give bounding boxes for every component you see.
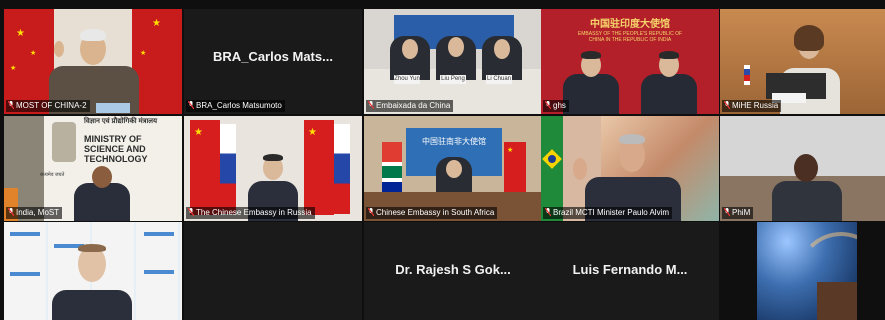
- video-tile-chinese-embassy-russia[interactable]: ★ ★ The Chinese Embassy in Russia: [184, 116, 362, 221]
- participant-name-tag: Chinese Embassy in South Africa: [366, 207, 498, 219]
- name-sign: Li Chuan: [486, 75, 512, 84]
- video-tile-brazil-mcti[interactable]: Brazil MCTI Minister Paulo Alvim: [541, 116, 719, 221]
- video-tile-chinese-embassy-sa[interactable]: 中国驻南非大使馆 ★ Chinese Embassy in South Afri…: [364, 116, 542, 221]
- video-feed: Zhou Yun Liu Peng Li Chuan: [364, 9, 542, 114]
- mic-muted-icon: [7, 207, 15, 217]
- video-feed: 中国驻南非大使馆 ★: [364, 116, 542, 221]
- participant-name-tag: BRA_Carlos Matsumoto: [186, 100, 285, 112]
- video-tile-ghs[interactable]: 中国驻印度大使馆 EMBASSY OF THE PEOPLE'S REPUBLI…: [541, 9, 719, 114]
- video-feed: 中国驻印度大使馆 EMBASSY OF THE PEOPLE'S REPUBLI…: [541, 9, 719, 114]
- video-feed: [4, 222, 182, 320]
- name-sign: Liu Peng: [440, 75, 466, 84]
- banner-english-text: EMBASSY OF THE PEOPLE'S REPUBLIC OF CHIN…: [577, 31, 683, 43]
- mic-muted-icon: [187, 207, 195, 217]
- video-feed: [541, 116, 719, 221]
- video-tile-mihe-russia[interactable]: MiHE Russia: [720, 9, 885, 114]
- mic-muted-icon: [723, 100, 731, 110]
- video-feed: ★ ★: [184, 116, 362, 221]
- video-feed: [720, 9, 885, 114]
- mic-muted-icon: [367, 207, 375, 217]
- participant-name-tag: Brazil MCTI Minister Paulo Alvim: [543, 207, 673, 219]
- mic-muted-icon: [544, 207, 552, 217]
- video-tile-empty-1[interactable]: [184, 222, 362, 320]
- video-tile-phim[interactable]: PhiM: [720, 116, 885, 221]
- participant-name-tag: MiHE Russia: [722, 100, 782, 112]
- participant-display-name: Dr. Rajesh S Gok...: [395, 262, 511, 277]
- participant-name-tag: The Chinese Embassy in Russia: [186, 207, 315, 219]
- video-feed: ★ ★ ★ ★ ★: [4, 9, 182, 114]
- video-tile-india-most[interactable]: विज्ञान एवं प्रौद्योगिकी मंत्रालय MINIST…: [4, 116, 182, 221]
- mic-muted-icon: [7, 100, 15, 110]
- video-tile-bra-carlos[interactable]: BRA_Carlos Mats... BRA_Carlos Matsumoto: [184, 9, 362, 114]
- video-tile-most-china[interactable]: ★ ★ ★ ★ ★ MOST OF CHINA-2: [4, 9, 182, 114]
- video-feed: [757, 222, 857, 320]
- video-tile-brics[interactable]: [4, 222, 182, 320]
- participant-name-tag: India, MoST: [6, 207, 63, 219]
- banner-chinese-text: 中国驻印度大使馆: [590, 19, 670, 30]
- china-flag-right: ★ ★: [132, 9, 182, 114]
- video-tile-luis-fernando[interactable]: Luis Fernando M...: [541, 222, 719, 320]
- video-feed: विज्ञान एवं प्रौद्योगिकी मंत्रालय MINIST…: [4, 116, 182, 221]
- mic-muted-icon: [544, 100, 552, 110]
- participant-name-tag: MOST OF CHINA-2: [6, 100, 90, 112]
- participant-name-tag: Embaixada da China: [366, 100, 454, 112]
- video-tile-embaixada-china[interactable]: Zhou Yun Liu Peng Li Chuan Embaixada da …: [364, 9, 542, 114]
- video-tile-landscape[interactable]: [757, 222, 857, 320]
- video-tile-rajesh[interactable]: Dr. Rajesh S Gok...: [364, 222, 542, 320]
- video-grid: ★ ★ ★ ★ ★ MOST OF CHINA-2 BRA_Carlos Mat…: [0, 0, 885, 320]
- mic-muted-icon: [187, 100, 195, 110]
- mic-muted-icon: [723, 207, 731, 217]
- participant-name-tag: PhiM: [722, 207, 754, 219]
- video-feed: [720, 116, 885, 221]
- china-flag-left: ★ ★ ★: [4, 9, 54, 114]
- participant-display-name: Luis Fernando M...: [572, 262, 688, 277]
- mic-muted-icon: [367, 100, 375, 110]
- participant-display-name: BRA_Carlos Mats...: [213, 49, 333, 64]
- name-sign: Zhou Yun: [394, 75, 420, 84]
- participant-name-tag: ghs: [543, 100, 569, 112]
